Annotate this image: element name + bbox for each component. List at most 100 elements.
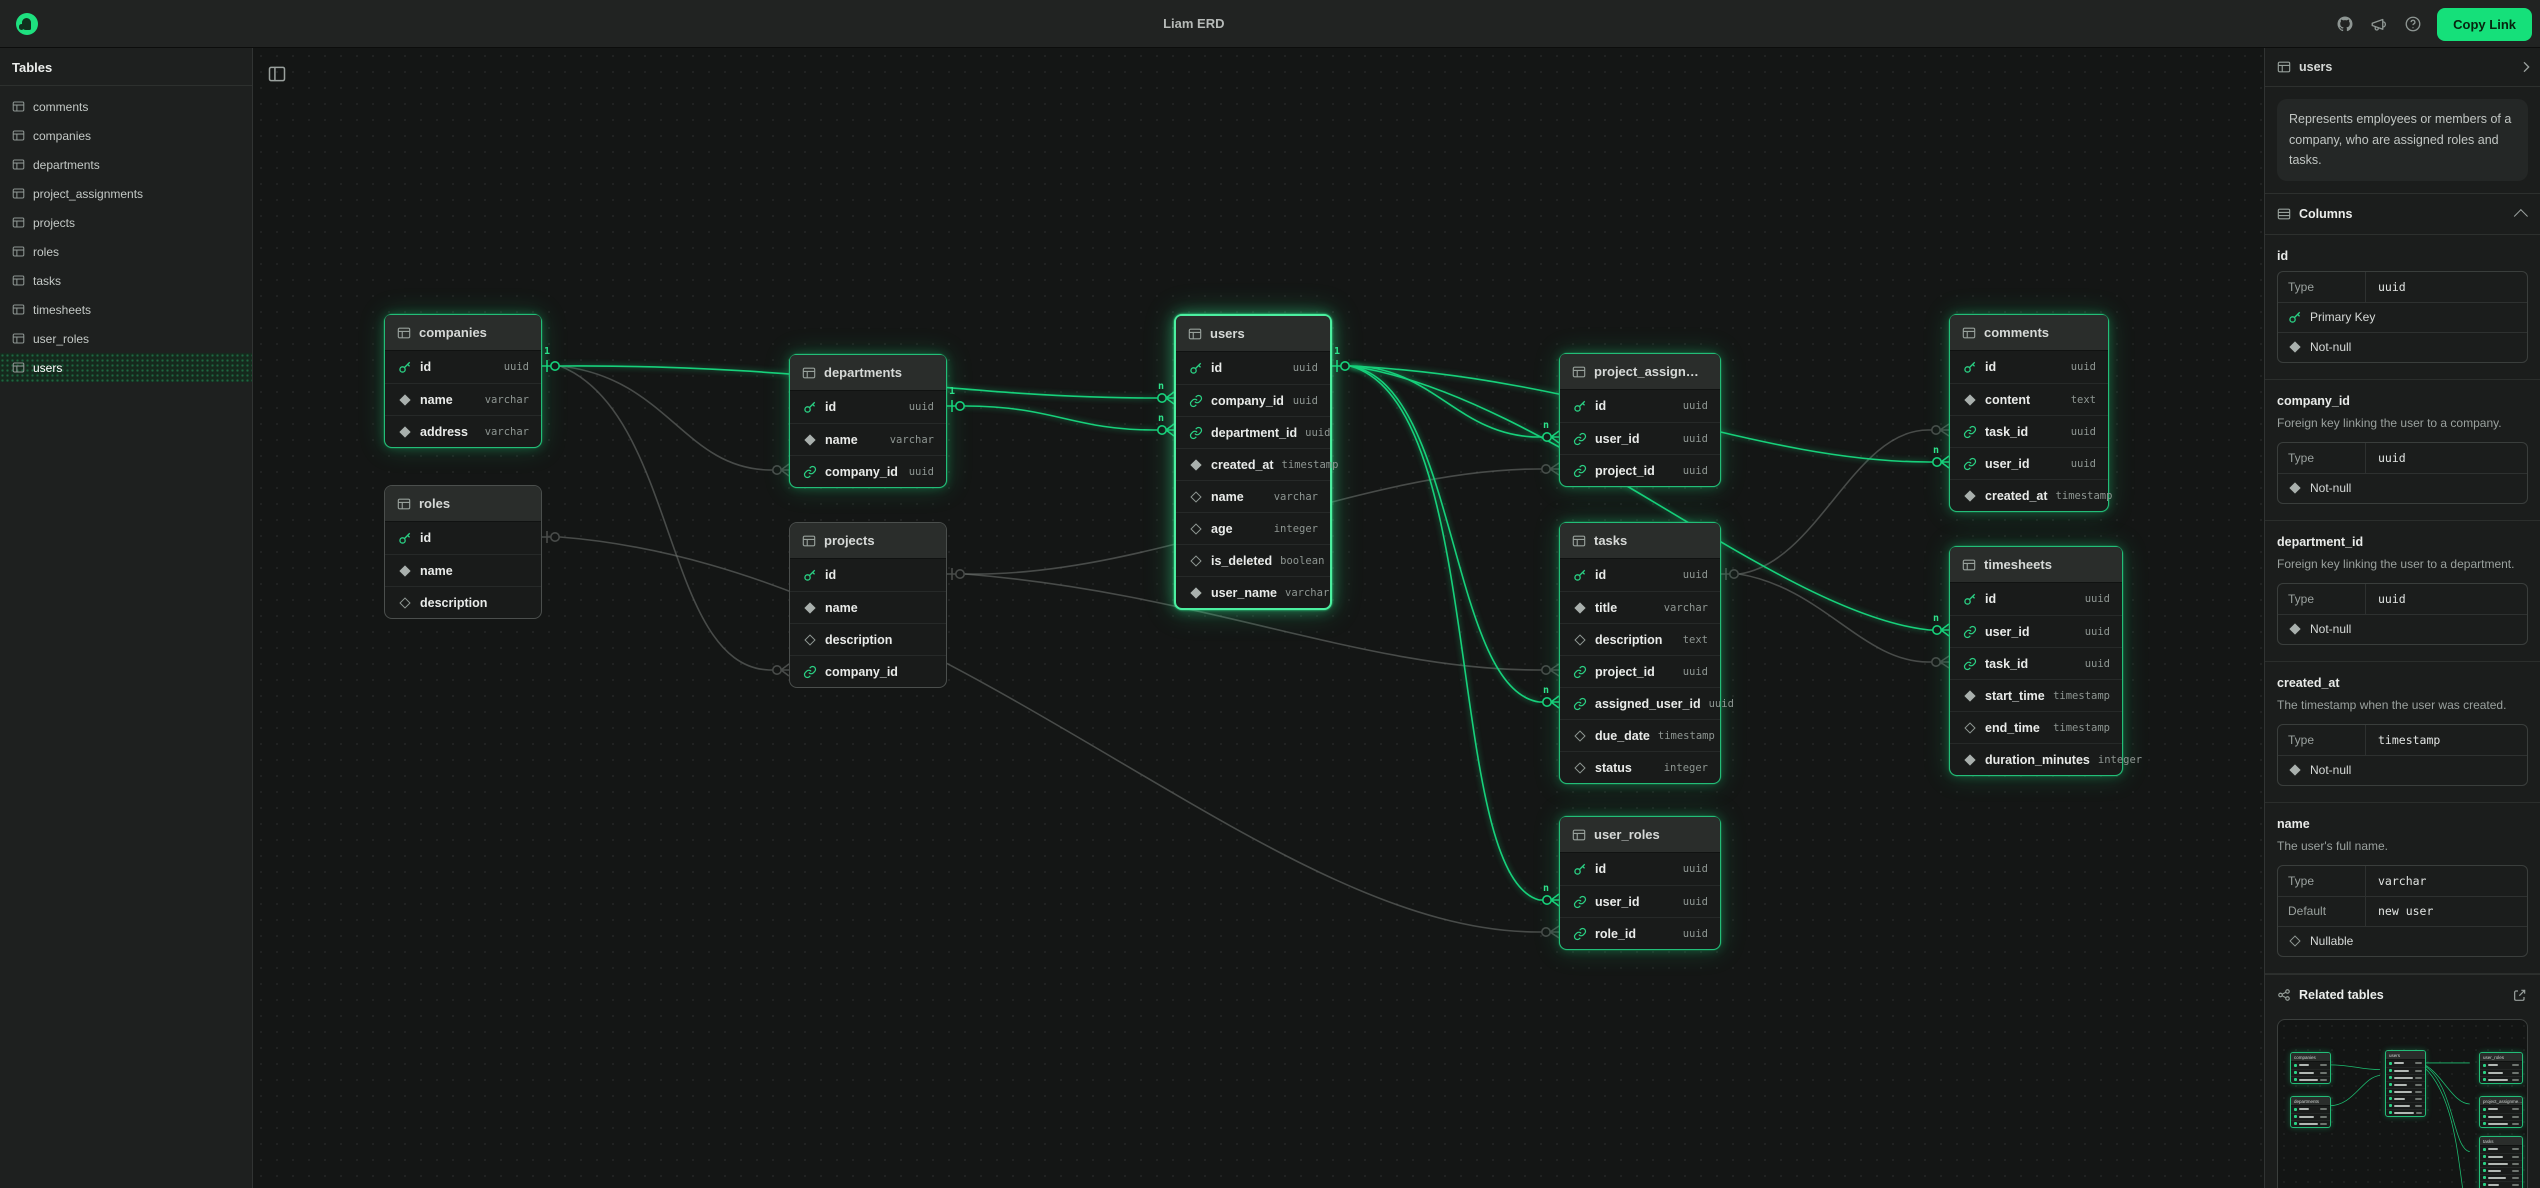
minimap-table-node[interactable]: tasks — [2479, 1136, 2523, 1188]
erd-column-type: integer — [1274, 523, 1318, 535]
erd-column-row[interactable]: name varchar — [1176, 480, 1330, 512]
erd-column-row[interactable]: project_id uuid — [1560, 655, 1720, 687]
erd-column-row[interactable]: task_id uuid — [1950, 415, 2108, 447]
erd-column-row[interactable]: due_date timestamp — [1560, 719, 1720, 751]
erd-table-header[interactable]: users — [1176, 316, 1330, 352]
erd-column-row[interactable]: id — [385, 522, 541, 554]
erd-table-header[interactable]: timesheets — [1950, 547, 2122, 583]
minimap-table-node[interactable]: project_assignme... — [2479, 1096, 2523, 1128]
erd-column-row[interactable]: name — [790, 591, 946, 623]
erd-column-row[interactable]: user_id uuid — [1560, 885, 1720, 917]
erd-column-row[interactable]: department_id uuid — [1176, 416, 1330, 448]
erd-column-row[interactable]: id uuid — [1560, 853, 1720, 885]
sidebar-item-comments[interactable]: comments — [0, 92, 252, 121]
erd-column-row[interactable]: user_id uuid — [1560, 422, 1720, 454]
erd-column-row[interactable]: start_time timestamp — [1950, 679, 2122, 711]
erd-column-row[interactable]: created_at timestamp — [1176, 448, 1330, 480]
erd-column-row[interactable]: user_id uuid — [1950, 447, 2108, 479]
table-icon — [802, 534, 816, 548]
erd-table-header[interactable]: departments — [790, 355, 946, 391]
erd-column-row[interactable]: user_id uuid — [1950, 615, 2122, 647]
erd-table-header[interactable]: companies — [385, 315, 541, 351]
erd-column-row[interactable]: description — [790, 623, 946, 655]
erd-column-row[interactable]: created_at timestamp — [1950, 479, 2108, 511]
erd-column-row[interactable]: company_id uuid — [790, 455, 946, 487]
detail-panel-body[interactable]: Represents employees or members of a com… — [2265, 87, 2540, 1188]
erd-column-row[interactable]: user_name varchar — [1176, 576, 1330, 608]
erd-column-row[interactable]: end_time timestamp — [1950, 711, 2122, 743]
liam-logo-icon[interactable] — [16, 13, 38, 35]
erd-column-row[interactable]: task_id uuid — [1950, 647, 2122, 679]
github-icon[interactable] — [2335, 14, 2355, 34]
erd-table-header[interactable]: comments — [1950, 315, 2108, 351]
erd-table-user_roles[interactable]: user_roles id uuid user_id uuid role_id … — [1559, 816, 1721, 950]
minimap-table-name: project_assignme... — [2480, 1097, 2522, 1106]
help-icon[interactable] — [2403, 14, 2423, 34]
sidebar-item-label: user_roles — [33, 332, 89, 346]
erd-column-row[interactable]: company_id — [790, 655, 946, 687]
erd-column-row[interactable]: id uuid — [1560, 559, 1720, 591]
erd-column-row[interactable]: id uuid — [1950, 583, 2122, 615]
erd-column-row[interactable]: title varchar — [1560, 591, 1720, 623]
sidebar-item-companies[interactable]: companies — [0, 121, 252, 150]
erd-table-departments[interactable]: departments id uuid name varchar company… — [789, 354, 947, 488]
erd-column-row[interactable]: name varchar — [385, 383, 541, 415]
erd-column-row[interactable]: project_id uuid — [1560, 454, 1720, 486]
erd-column-row[interactable]: age integer — [1176, 512, 1330, 544]
erd-table-header[interactable]: roles — [385, 486, 541, 522]
sidebar-item-roles[interactable]: roles — [0, 237, 252, 266]
sidebar-item-timesheets[interactable]: timesheets — [0, 295, 252, 324]
sidebar-item-departments[interactable]: departments — [0, 150, 252, 179]
minimap-table-node[interactable]: user_roles — [2479, 1052, 2523, 1084]
sidebar-item-projects[interactable]: projects — [0, 208, 252, 237]
minimap-table-node[interactable]: companies — [2290, 1052, 2331, 1084]
erd-table-roles[interactable]: roles id name description — [384, 485, 542, 619]
erd-column-row[interactable]: company_id uuid — [1176, 384, 1330, 416]
erd-table-users[interactable]: users id uuid company_id uuid department… — [1174, 314, 1332, 610]
erd-column-row[interactable]: status integer — [1560, 751, 1720, 783]
erd-canvas[interactable]: 1 1 1 n n n n n n n companies id uuid na… — [253, 48, 2264, 1188]
erd-column-row[interactable]: duration_minutes integer — [1950, 743, 2122, 775]
erd-table-tasks[interactable]: tasks id uuid title varchar description … — [1559, 522, 1721, 784]
erd-column-row[interactable]: id uuid — [1560, 390, 1720, 422]
column-description: The user's full name. — [2277, 837, 2528, 855]
erd-table-timesheets[interactable]: timesheets id uuid user_id uuid task_id … — [1949, 546, 2123, 776]
erd-table-comments[interactable]: comments id uuid content text task_id uu… — [1949, 314, 2109, 512]
minimap-table-node[interactable]: users — [2385, 1050, 2426, 1117]
erd-table-header[interactable]: tasks — [1560, 523, 1720, 559]
erd-column-row[interactable]: name varchar — [790, 423, 946, 455]
erd-table-projects[interactable]: projects id name description company_id — [789, 522, 947, 688]
erd-table-name: tasks — [1594, 533, 1627, 548]
erd-column-row[interactable]: address varchar — [385, 415, 541, 447]
sidebar-item-users[interactable]: users — [0, 353, 252, 382]
sidebar-item-project_assignments[interactable]: project_assignments — [0, 179, 252, 208]
erd-column-row[interactable]: is_deleted boolean — [1176, 544, 1330, 576]
sidebar-item-user_roles[interactable]: user_roles — [0, 324, 252, 353]
related-tables-minimap[interactable]: companies departments users user_roles p… — [2277, 1019, 2528, 1188]
sidebar-item-tasks[interactable]: tasks — [0, 266, 252, 295]
open-related-diagram-icon[interactable] — [2512, 987, 2528, 1003]
erd-column-row[interactable]: id uuid — [1950, 351, 2108, 383]
erd-table-header[interactable]: user_roles — [1560, 817, 1720, 853]
erd-table-header[interactable]: project_assignme... — [1560, 354, 1720, 390]
minimap-table-node[interactable]: departments — [2290, 1096, 2331, 1128]
erd-table-header[interactable]: projects — [790, 523, 946, 559]
erd-column-row[interactable]: id uuid — [790, 391, 946, 423]
erd-column-row[interactable]: id uuid — [1176, 352, 1330, 384]
erd-column-row[interactable]: role_id uuid — [1560, 917, 1720, 949]
erd-column-row[interactable]: id — [790, 559, 946, 591]
chevron-up-icon[interactable] — [2514, 209, 2528, 223]
erd-column-row[interactable]: id uuid — [385, 351, 541, 383]
copy-link-button[interactable]: Copy Link — [2437, 8, 2532, 41]
erd-column-row[interactable]: name — [385, 554, 541, 586]
megaphone-icon[interactable] — [2369, 14, 2389, 34]
erd-column-row[interactable]: assigned_user_id uuid — [1560, 687, 1720, 719]
erd-table-project_assignme[interactable]: project_assignme... id uuid user_id uuid… — [1559, 353, 1721, 487]
erd-column-row[interactable]: description text — [1560, 623, 1720, 655]
erd-column-row[interactable]: content text — [1950, 383, 2108, 415]
erd-table-companies[interactable]: companies id uuid name varchar address v… — [384, 314, 542, 448]
collapse-panel-icon[interactable] — [2518, 59, 2534, 75]
columns-section-header[interactable]: Columns — [2265, 194, 2540, 234]
erd-column-row[interactable]: description — [385, 586, 541, 618]
sidebar-toggle-icon[interactable] — [267, 64, 287, 84]
